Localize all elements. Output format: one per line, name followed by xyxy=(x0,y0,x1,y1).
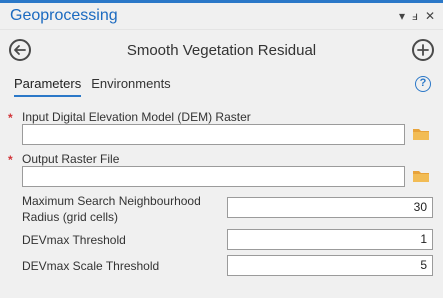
devmax-threshold-input[interactable]: 1 xyxy=(227,229,433,250)
pane-title: Geoprocessing xyxy=(10,7,118,24)
close-icon[interactable]: ✕ xyxy=(425,9,435,23)
tool-nav-row: Smooth Vegetation Residual xyxy=(0,34,443,68)
pane-menu-dropdown-icon[interactable]: ▾ xyxy=(399,9,405,23)
add-button[interactable] xyxy=(412,39,434,61)
tab-bar: Parameters Environments xyxy=(14,76,171,97)
devmax-threshold-label: DEVmax Threshold xyxy=(22,233,126,247)
pane-header: Geoprocessing ▾ ⅎ ✕ xyxy=(0,3,443,30)
add-circle-icon xyxy=(417,44,429,56)
tab-environments[interactable]: Environments xyxy=(91,76,170,97)
folder-icon[interactable] xyxy=(412,169,430,183)
output-raster-input[interactable] xyxy=(22,166,405,187)
max-search-label-line2: Radius (grid cells) xyxy=(22,210,119,224)
tool-title: Smooth Vegetation Residual xyxy=(126,42,317,59)
dem-raster-label: Input Digital Elevation Model (DEM) Rast… xyxy=(22,110,251,124)
pin-icon[interactable]: ⅎ xyxy=(412,9,418,23)
dem-raster-input[interactable] xyxy=(22,124,405,145)
devmax-scale-threshold-input[interactable]: 5 xyxy=(227,255,433,276)
devmax-scale-threshold-label: DEVmax Scale Threshold xyxy=(22,259,160,273)
required-marker: * xyxy=(8,153,13,167)
tab-parameters[interactable]: Parameters xyxy=(14,76,82,97)
folder-icon[interactable] xyxy=(412,127,430,141)
help-icon[interactable]: ? xyxy=(415,76,431,92)
max-search-input[interactable]: 30 xyxy=(227,197,433,218)
pane-controls: ▾ ⅎ ✕ xyxy=(399,9,435,23)
required-marker: * xyxy=(8,111,13,125)
output-raster-label: Output Raster File xyxy=(22,152,120,166)
max-search-label-line1: Maximum Search Neighbourhood xyxy=(22,194,201,208)
